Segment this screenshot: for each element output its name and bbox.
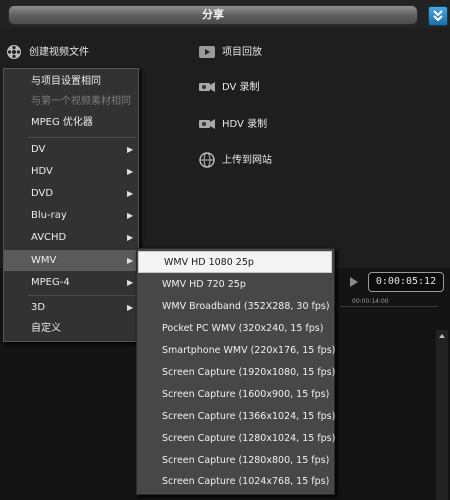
create-video-label: 创建视频文件 (29, 47, 89, 58)
chevron-right-icon: ▶ (127, 167, 134, 176)
expand-button[interactable] (428, 6, 448, 26)
chevron-right-icon: ▶ (127, 189, 134, 198)
chevron-right-icon: ▶ (127, 303, 134, 312)
playback-icon (199, 46, 215, 58)
dv-record-label: DV 录制 (222, 82, 260, 93)
globe-icon (199, 152, 215, 168)
dv-record-option[interactable]: DV 录制 (198, 79, 260, 97)
submenu-item-screen-capture-1366[interactable]: Screen Capture (1366x1024, 15 fps) (137, 406, 335, 428)
chevron-right-icon: ▶ (127, 256, 134, 265)
submenu-item-pocket-pc-wmv[interactable]: Pocket PC WMV (320x240, 15 fps) (137, 318, 334, 340)
scroll-up-icon[interactable] (436, 330, 448, 342)
submenu-item-wmv-hd-720[interactable]: WMV HD 720 25p (137, 274, 334, 296)
submenu-item-wmv-hd-1080[interactable]: WMV HD 1080 25p (138, 251, 332, 273)
menu-item-avchd[interactable]: AVCHD ▶ (4, 227, 138, 248)
menu-item-mpeg-4[interactable]: MPEG-4 ▶ (4, 272, 138, 293)
menu-item-same-as-project[interactable]: 与项目设置相同 (4, 71, 138, 92)
hdv-record-label: HDV 录制 (222, 119, 268, 130)
menu-item-same-as-first-clip: 与第一个视频素材相同 (31, 96, 131, 107)
share-title: 分享 (8, 5, 418, 25)
chevron-right-icon: ▶ (127, 145, 134, 154)
timeline-ruler (340, 306, 438, 307)
camcorder-icon (199, 82, 215, 92)
submenu-item-screen-capture-1280x800[interactable]: Screen Capture (1280x800, 15 fps) (137, 450, 334, 472)
export-format-menu: 与项目设置相同 与第一个视频素材相同 MPEG 优化器 DV ▶ HDV ▶ DVD… (3, 68, 139, 342)
timecode-display[interactable]: 0:00:05:12 (368, 272, 444, 292)
submenu-item-screen-capture-1600[interactable]: Screen Capture (1600x900, 15 fps) (137, 384, 334, 406)
timeline-scrollbar[interactable] (436, 330, 448, 500)
menu-item-dvd[interactable]: DVD ▶ (4, 183, 138, 204)
double-chevron-down-icon (433, 10, 443, 22)
camcorder-icon (199, 119, 215, 129)
menu-separator (28, 137, 136, 138)
project-playback-label: 项目回放 (222, 47, 262, 58)
upload-web-option[interactable]: 上传到网站 (198, 152, 272, 170)
project-playback-option[interactable]: 项目回放 (198, 44, 262, 62)
menu-item-dv[interactable]: DV ▶ (4, 139, 138, 160)
menu-item-mpeg-optimizer[interactable]: MPEG 优化器 (4, 112, 138, 133)
submenu-item-screen-capture-1920[interactable]: Screen Capture (1920x1080, 15 fps) (137, 362, 335, 384)
submenu-item-screen-capture-1024[interactable]: Screen Capture (1024x768, 15 fps) (137, 471, 334, 493)
menu-item-blu-ray[interactable]: Blu-ray ▶ (4, 205, 138, 226)
menu-item-hdv[interactable]: HDV ▶ (4, 161, 138, 182)
menu-item-3d[interactable]: 3D ▶ (4, 297, 138, 318)
chevron-right-icon: ▶ (127, 211, 134, 220)
menu-item-wmv[interactable]: WMV ▶ (4, 250, 138, 271)
menu-item-custom[interactable]: 自定义 (4, 318, 138, 339)
submenu-item-smartphone-wmv[interactable]: Smartphone WMV (220x176, 15 fps) (137, 340, 335, 362)
submenu-item-screen-capture-1280x1024[interactable]: Screen Capture (1280x1024, 15 fps) (137, 428, 335, 450)
hdv-record-option[interactable]: HDV 录制 (198, 116, 267, 134)
film-reel-icon (7, 45, 21, 59)
create-video-option[interactable]: 创建视频文件 (5, 44, 89, 62)
chevron-right-icon: ▶ (127, 233, 134, 242)
wmv-profile-submenu: WMV HD 1080 25p WMV HD 720 25p WMV Broad… (136, 248, 335, 495)
menu-separator (28, 295, 136, 296)
chevron-right-icon: ▶ (127, 278, 134, 287)
timeline-ruler-label: 00:00:14:00 (352, 298, 389, 305)
submenu-item-wmv-broadband[interactable]: WMV Broadband (352X288, 30 fps) (137, 296, 334, 318)
timecode-marker-icon (350, 277, 358, 287)
upload-web-label: 上传到网站 (222, 155, 272, 166)
